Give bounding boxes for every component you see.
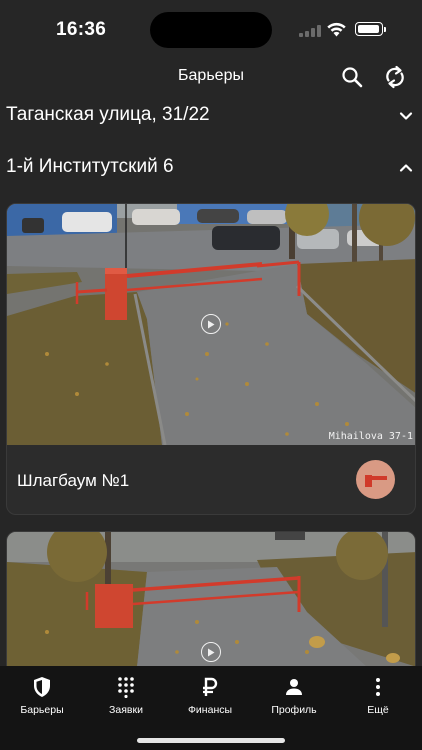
play-icon (208, 320, 215, 328)
chevron-down-icon (399, 112, 413, 120)
home-indicator (137, 738, 285, 743)
tab-label: Профиль (271, 704, 317, 716)
more-icon (376, 678, 380, 696)
card-footer: Шлагбаум №1 (7, 445, 415, 514)
search-icon (342, 67, 363, 88)
address-label: Таганская улица, 31/22 (6, 104, 210, 125)
tab-requests[interactable]: Заявки (84, 674, 168, 722)
wifi-icon (327, 22, 346, 37)
open-barrier-button[interactable] (356, 460, 395, 499)
address-row-taganskaya[interactable]: Таганская улица, 31/22 (0, 98, 422, 134)
dynamic-island (150, 12, 272, 48)
camera-preview[interactable]: Mihailova 37-1 (7, 204, 415, 445)
tab-label: Барьеры (20, 704, 64, 716)
tab-label: Заявки (109, 704, 143, 716)
dialpad-icon (118, 677, 134, 698)
tab-label: Финансы (187, 704, 233, 716)
cellular-signal-icon (299, 24, 321, 37)
person-icon (286, 679, 302, 695)
address-label: 1-й Институтский 6 (6, 156, 174, 177)
tab-more[interactable]: Ещё (336, 674, 420, 722)
refresh-icon (386, 65, 404, 89)
status-time: 16:36 (56, 19, 107, 40)
chevron-up-icon (399, 164, 413, 172)
status-bar: 16:36 (0, 0, 422, 58)
tab-profile[interactable]: Профиль (252, 674, 336, 722)
battery-icon (355, 22, 386, 36)
ruble-icon (203, 677, 218, 696)
shield-icon (34, 677, 50, 697)
barrier-name: Шлагбаум №1 (17, 471, 130, 490)
refresh-button[interactable] (380, 62, 410, 92)
play-icon (208, 648, 215, 656)
tab-barriers[interactable]: Барьеры (0, 674, 84, 722)
camera-caption: Mihailova 37-1 (328, 431, 413, 442)
header: Барьеры (0, 58, 422, 96)
address-row-institutsky[interactable]: 1-й Институтский 6 (0, 150, 422, 186)
tab-label: Ещё (367, 704, 389, 716)
search-button[interactable] (337, 62, 367, 92)
tab-finances[interactable]: Финансы (168, 674, 252, 722)
camera-preview[interactable] (7, 532, 415, 667)
barrier-card[interactable]: Mihailova 37-1 Шлагбаум №1 (6, 203, 416, 515)
play-button[interactable] (201, 642, 221, 662)
play-button[interactable] (201, 314, 221, 334)
barrier-icon (364, 474, 387, 487)
